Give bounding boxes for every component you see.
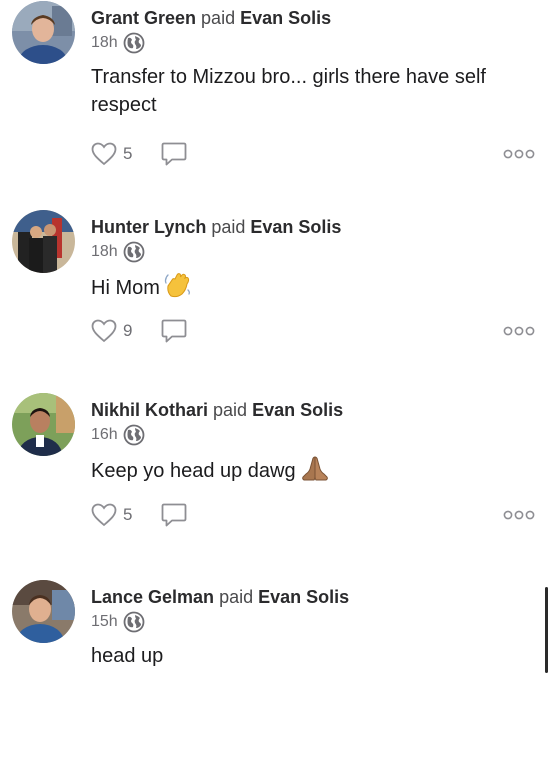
avatar[interactable] — [12, 1, 75, 64]
more-options-icon — [503, 148, 535, 160]
globe-icon — [123, 611, 145, 633]
like-count: 9 — [123, 321, 133, 340]
comment-icon — [161, 141, 187, 167]
globe-icon — [123, 241, 145, 263]
recipient-name[interactable]: Evan Solis — [240, 8, 331, 28]
timestamp: 18h — [91, 34, 118, 51]
post-message: Keep yo head up dawg — [91, 455, 531, 489]
heart-icon — [91, 142, 117, 166]
avatar[interactable] — [12, 393, 75, 456]
post-header: Hunter Lynch paid Evan Solis — [91, 216, 341, 238]
sender-name[interactable]: Grant Green — [91, 8, 196, 28]
avatar[interactable] — [12, 580, 75, 643]
message-line: Hi Mom — [91, 277, 160, 299]
feed-item: Lance Gelman paid Evan Solis 15h head up — [0, 580, 557, 760]
post-header: Nikhil Kothari paid Evan Solis — [91, 399, 343, 421]
paid-label: paid — [201, 8, 236, 28]
message-line: respect — [91, 94, 157, 116]
avatar[interactable] — [12, 210, 75, 273]
like-count: 5 — [123, 505, 133, 524]
recipient-name[interactable]: Evan Solis — [258, 587, 349, 607]
more-options-icon — [503, 325, 535, 337]
post-header: Grant Green paid Evan Solis — [91, 7, 331, 29]
feed-item: Grant Green paid Evan Solis 18h Transfer… — [0, 1, 557, 181]
post-actions: 5 — [91, 141, 535, 172]
sender-name[interactable]: Lance Gelman — [91, 587, 214, 607]
message-line: Keep yo head up dawg — [91, 460, 296, 482]
paid-label: paid — [211, 217, 246, 237]
heart-icon — [91, 319, 117, 343]
more-options-icon — [503, 509, 535, 521]
comment-icon — [161, 318, 187, 344]
like-count: 5 — [123, 144, 133, 163]
message-line: head up — [91, 645, 164, 667]
recipient-name[interactable]: Evan Solis — [252, 400, 343, 420]
paid-label: paid — [213, 400, 248, 420]
post-actions: 9 — [91, 318, 535, 349]
post-meta: 18h — [91, 241, 145, 263]
timestamp: 15h — [91, 613, 118, 630]
timestamp: 16h — [91, 426, 118, 443]
post-actions: 5 — [91, 502, 535, 533]
post-meta: 16h — [91, 424, 145, 446]
more-options-button[interactable] — [503, 325, 535, 337]
feed-item: Nikhil Kothari paid Evan Solis 16h Keep … — [0, 393, 557, 573]
comment-button[interactable] — [161, 141, 187, 167]
heart-icon — [91, 503, 117, 527]
comment-button[interactable] — [161, 318, 187, 344]
more-options-button[interactable] — [503, 509, 535, 521]
post-message: head up — [91, 642, 531, 670]
message-line: Transfer to Mizzou bro... girls there ha… — [91, 66, 486, 88]
sender-name[interactable]: Nikhil Kothari — [91, 400, 208, 420]
like-button[interactable]: 5 — [91, 142, 132, 166]
post-message: Transfer to Mizzou bro... girls there ha… — [91, 63, 531, 119]
folded-hands-emoji — [300, 455, 330, 489]
post-meta: 18h — [91, 32, 145, 54]
scrollbar[interactable] — [545, 587, 548, 673]
more-options-button[interactable] — [503, 148, 535, 160]
waving-hand-emoji — [164, 272, 192, 306]
post-meta: 15h — [91, 611, 145, 633]
post-header: Lance Gelman paid Evan Solis — [91, 586, 349, 608]
payment-feed: Grant Green paid Evan Solis 18h Transfer… — [0, 0, 557, 673]
timestamp: 18h — [91, 243, 118, 260]
post-message: Hi Mom — [91, 272, 531, 306]
like-button[interactable]: 9 — [91, 319, 132, 343]
globe-icon — [123, 32, 145, 54]
sender-name[interactable]: Hunter Lynch — [91, 217, 206, 237]
like-button[interactable]: 5 — [91, 503, 132, 527]
recipient-name[interactable]: Evan Solis — [250, 217, 341, 237]
comment-button[interactable] — [161, 502, 187, 528]
feed-item: Hunter Lynch paid Evan Solis 18h Hi Mom — [0, 210, 557, 390]
comment-icon — [161, 502, 187, 528]
globe-icon — [123, 424, 145, 446]
paid-label: paid — [219, 587, 254, 607]
